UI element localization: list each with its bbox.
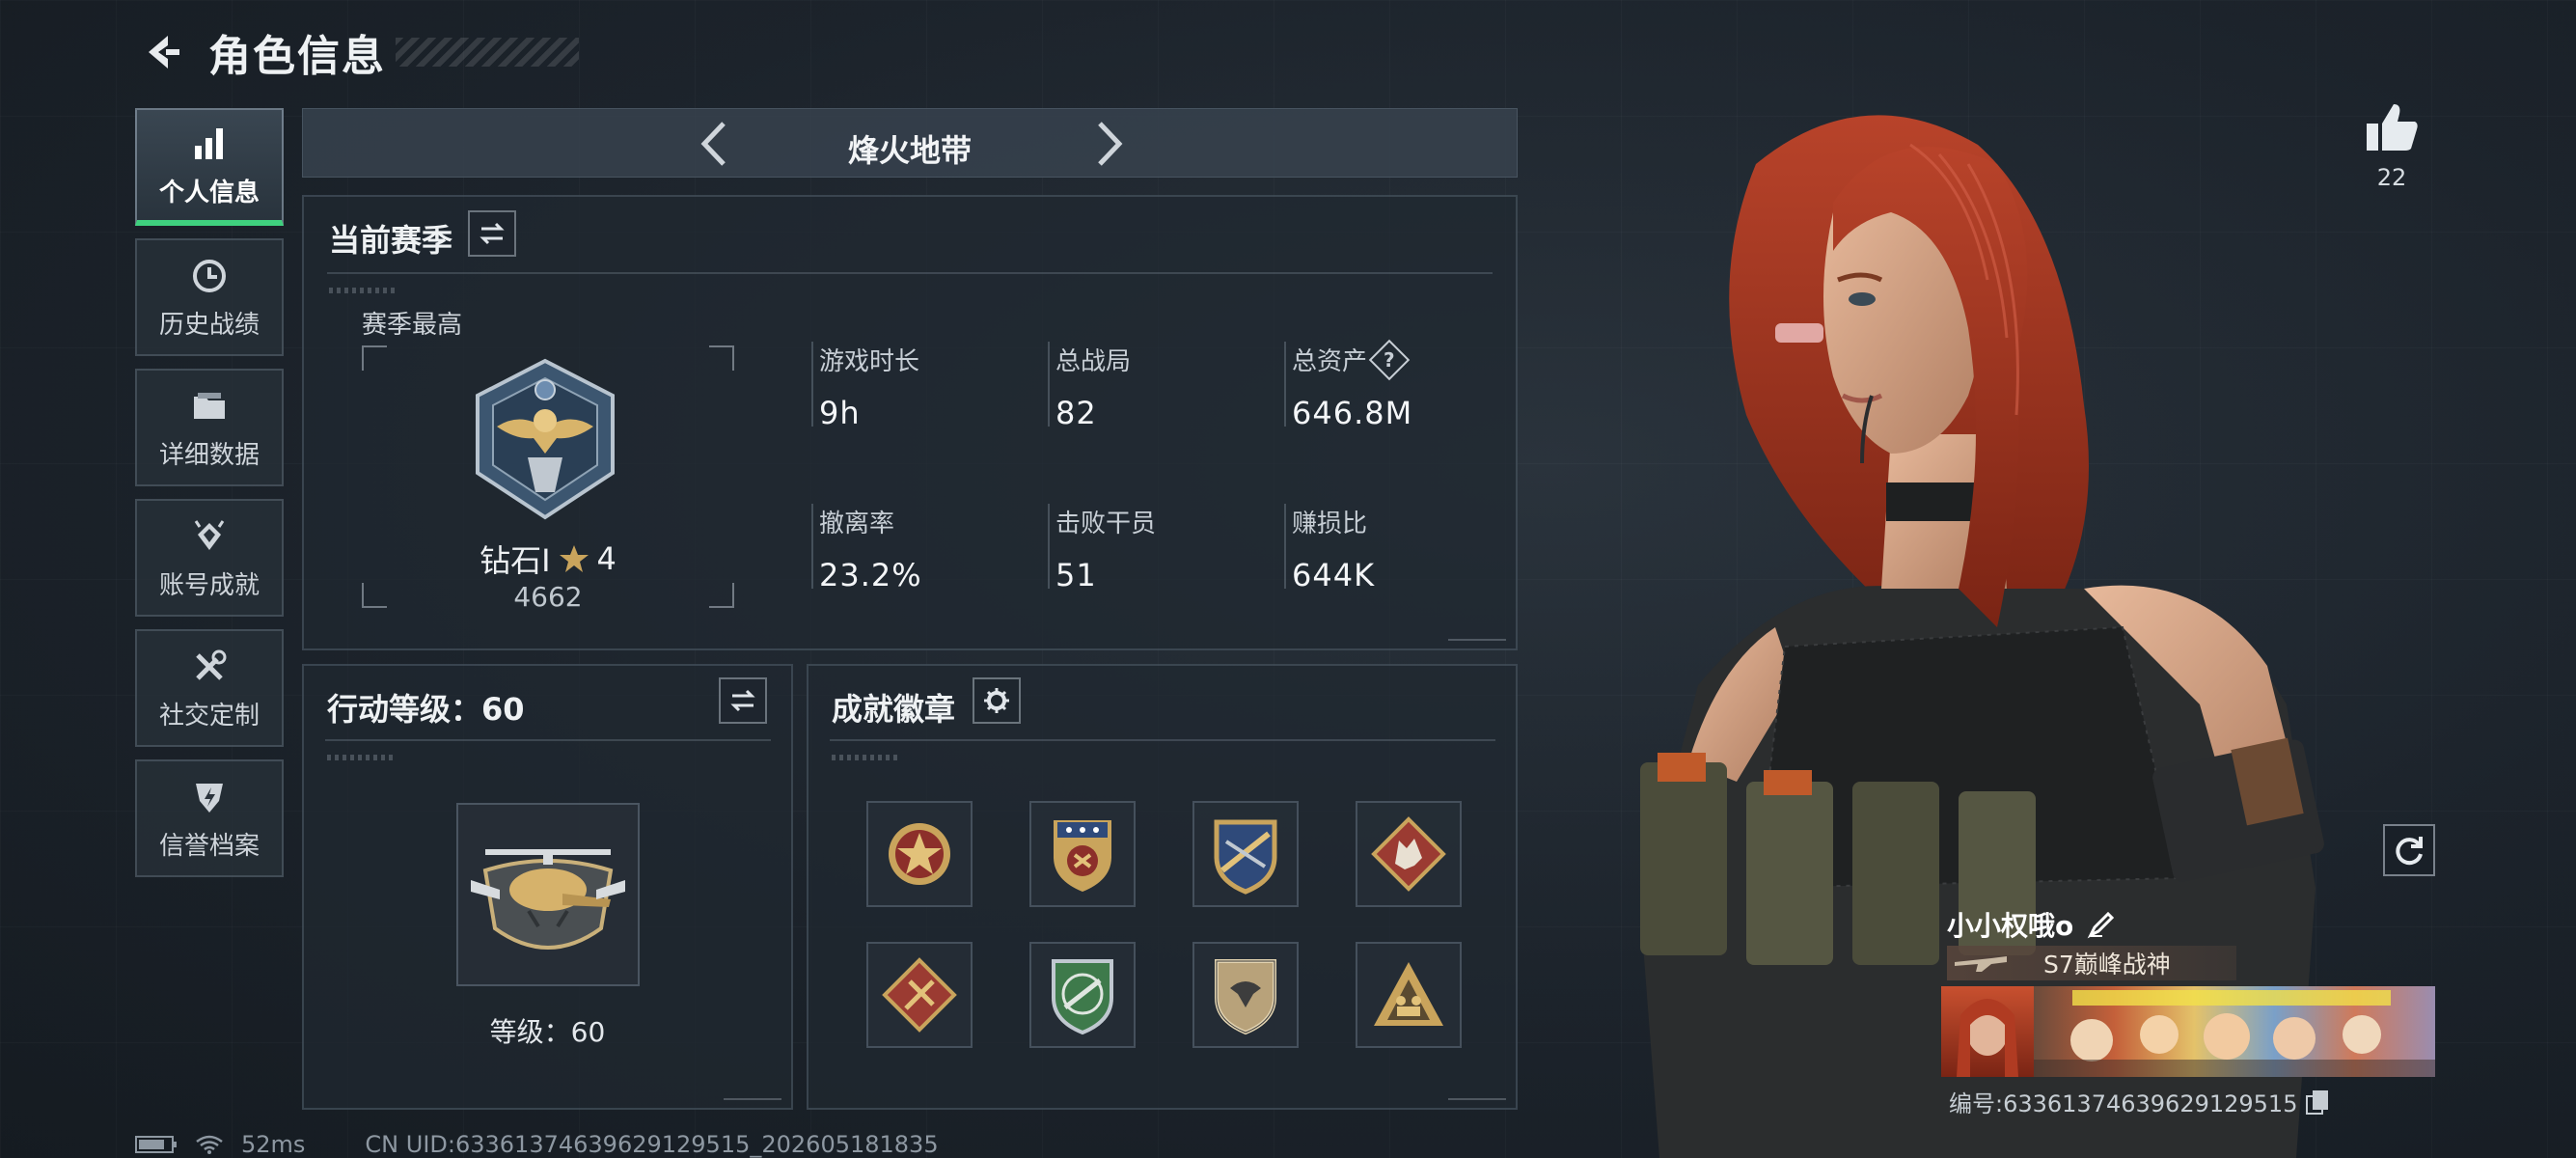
shield-icon	[188, 776, 231, 818]
swap-icon	[480, 222, 505, 245]
mode-name: 烽火地带	[847, 132, 972, 169]
triangle-team-icon[interactable]	[1356, 942, 1462, 1048]
stat-play-time: 游戏时长 9h	[811, 342, 920, 431]
help-mark: ?	[1384, 347, 1395, 372]
stat-label: 赚损比	[1292, 510, 1368, 538]
stat-operators-defeated: 击败干员 51	[1048, 504, 1157, 593]
back-arrow-icon[interactable]	[135, 26, 187, 78]
banner-image	[2034, 986, 2435, 1077]
sidebar-item-label: 个人信息	[158, 178, 260, 207]
sidebar-item-history[interactable]: 历史战绩	[135, 238, 284, 356]
helicopter-badge-icon	[456, 803, 640, 986]
star-icon	[559, 545, 589, 572]
stat-value: 82	[1055, 395, 1097, 431]
refresh-icon	[2396, 837, 2423, 866]
bird-shield-icon[interactable]	[1192, 942, 1299, 1048]
rank-stars: 4	[596, 540, 617, 577]
gear-icon	[984, 688, 1009, 713]
stat-profit-ratio: 赚损比 644K	[1284, 504, 1375, 593]
badges-title: 成就徽章	[832, 691, 956, 728]
mode-switcher: 烽火地带	[302, 108, 1518, 178]
swap-icon	[730, 689, 755, 712]
refresh-button[interactable]	[2383, 824, 2435, 876]
player-title-text: S7巅峰战神	[2043, 951, 2171, 979]
sidebar-item-label: 账号成就	[158, 570, 260, 600]
badges-settings-button[interactable]	[973, 677, 1021, 724]
stat-value: 9h	[819, 395, 861, 431]
sidebar-item-label: 详细数据	[158, 440, 260, 470]
edit-icon[interactable]	[2087, 910, 2116, 939]
mode-next-button[interactable]	[1086, 119, 1135, 169]
season-panel: 当前赛季 赛季最高 钻石I 4 4662 游戏时长 9h 总战局 82 总资产?	[302, 195, 1518, 650]
status-bar: 52ms CN UID:63361374639629129515_2026051…	[135, 1131, 939, 1158]
stat-label: 击败干员	[1055, 510, 1157, 538]
rank-emblem-icon	[468, 357, 622, 521]
stat-label: 总资产?	[1292, 339, 1412, 380]
sidebar: 个人信息 历史战绩 详细数据 账号成就 社交定制 信誉档案	[135, 108, 284, 890]
sidebar-item-reputation[interactable]: 信誉档案	[135, 759, 284, 877]
player-title: S7巅峰战神	[1947, 946, 2236, 980]
stat-value: 51	[1055, 557, 1097, 593]
stat-label: 游戏时长	[819, 347, 920, 376]
battery-icon	[135, 1136, 177, 1153]
stat-total-assets: 总资产? 646.8M	[1284, 339, 1412, 431]
profile-banner[interactable]	[1941, 986, 2435, 1077]
season-title: 当前赛季	[329, 222, 453, 259]
stat-value: 644K	[1292, 557, 1376, 593]
help-icon[interactable]: ?	[1368, 339, 1411, 380]
star-medal-icon[interactable]	[866, 801, 973, 907]
page-header: 角色信息	[135, 21, 579, 83]
player-uid: 编号:63361374639629129515	[1949, 1090, 2298, 1117]
stat-label: 撤离率	[819, 510, 895, 538]
page-title: 角色信息	[208, 32, 386, 81]
green-gun-badge-icon[interactable]	[1029, 942, 1136, 1048]
wifi-icon	[196, 1135, 223, 1154]
sidebar-item-label: 信誉档案	[158, 831, 260, 861]
achievement-badges-panel: 成就徽章	[807, 664, 1518, 1110]
season-switch-button[interactable]	[468, 210, 516, 257]
like-count: 22	[2376, 164, 2407, 191]
stat-total-matches: 总战局 82	[1048, 342, 1132, 431]
action-level-value: 等级：60	[489, 1016, 606, 1048]
stat-value: 646.8M	[1292, 395, 1413, 431]
rifle-icon	[1955, 956, 2007, 972]
stat-extraction-rate: 撤离率 23.2%	[811, 504, 922, 593]
sidebar-item-detailed-data[interactable]: 详细数据	[135, 369, 284, 486]
like-block: 22	[2358, 100, 2425, 191]
stat-value: 23.2%	[819, 557, 922, 593]
uid-line: CN UID:63361374639629129515_202605181835	[365, 1131, 939, 1158]
achievement-icon	[188, 515, 231, 558]
stat-label-text: 总资产	[1292, 347, 1368, 376]
action-level-title: 行动等级：60	[327, 691, 525, 728]
wolf-diamond-icon[interactable]	[1356, 801, 1462, 907]
tools-icon	[188, 646, 231, 688]
thumbs-up-icon[interactable]	[2358, 100, 2425, 158]
player-uid-row: 编号:63361374639629129515	[1949, 1085, 2330, 1118]
rank-name-line: 钻石I 4	[362, 537, 734, 581]
bar-chart-icon	[188, 123, 231, 165]
avatar[interactable]	[1941, 986, 2034, 1077]
sidebar-item-personal-info[interactable]: 个人信息	[135, 108, 284, 226]
sidebar-item-label: 社交定制	[158, 701, 260, 731]
rifle-shield-icon[interactable]	[1192, 801, 1299, 907]
history-icon	[188, 255, 231, 297]
sidebar-item-account-achievements[interactable]: 账号成就	[135, 499, 284, 617]
cross-diamond-icon[interactable]	[866, 942, 973, 1048]
ping-value: 52ms	[241, 1131, 306, 1158]
copy-icon[interactable]	[2305, 1089, 2330, 1116]
season-best-label: 赛季最高	[362, 311, 463, 340]
stat-label: 总战局	[1055, 347, 1132, 376]
title-decoration	[396, 38, 579, 67]
rank-score: 4662	[513, 581, 583, 613]
rank-name: 钻石I	[480, 542, 551, 579]
sidebar-item-social-custom[interactable]: 社交定制	[135, 629, 284, 747]
player-name: 小小权哦o	[1947, 910, 2074, 942]
folder-icon	[188, 385, 231, 427]
action-level-switch-button[interactable]	[719, 677, 767, 724]
player-name-row: 小小权哦o	[1947, 905, 2116, 944]
stars-shield-icon[interactable]	[1029, 801, 1136, 907]
action-level-panel: 行动等级：60 等级：60	[302, 664, 793, 1110]
sidebar-item-label: 历史战绩	[158, 310, 260, 340]
